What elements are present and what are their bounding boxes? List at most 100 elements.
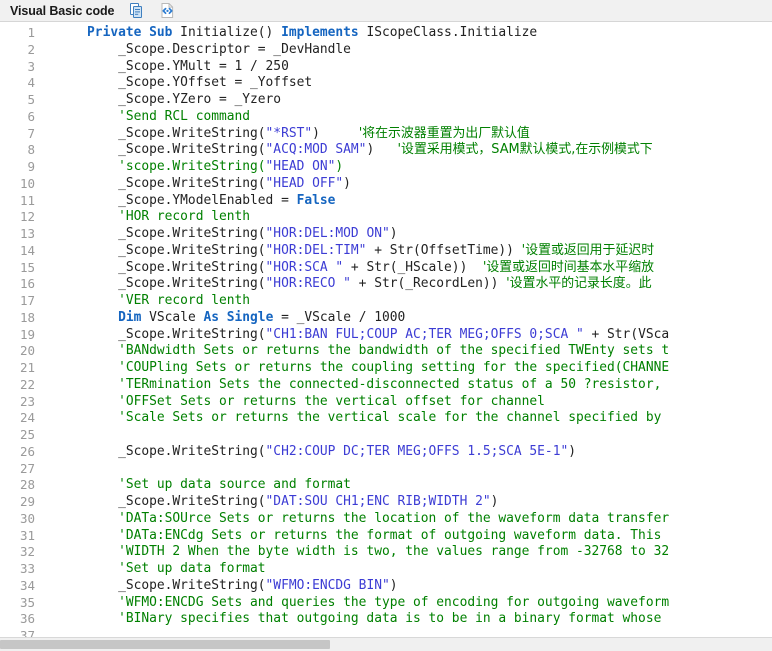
code-line[interactable]: 'DATa:ENCdg Sets or returns the format o… (56, 528, 772, 545)
page-title: Visual Basic code (10, 3, 115, 18)
code-line[interactable] (56, 427, 772, 444)
comment-token: 'BINary specifies that outgoing data is … (56, 611, 662, 627)
code-line[interactable]: 'WIDTH 2 When the byte width is two, the… (56, 544, 772, 561)
line-number: 24 (19, 410, 35, 426)
code-line[interactable]: 'TERmination Sets the connected-disconne… (56, 377, 772, 394)
comment-token: 'HOR record lenth (56, 209, 251, 225)
text-token: ) (568, 443, 576, 459)
line-number: 15 (19, 259, 35, 275)
line-number: 20 (19, 343, 35, 359)
visual-basic-code-viewer: Visual Basic code 1 2 3 4 5 6 7 8 9 10 1… (0, 0, 772, 651)
code-line[interactable]: _Scope.YZero = _Yzero (56, 92, 772, 109)
line-number: 21 (19, 360, 35, 375)
comment-token: 'Scale Sets or returns the vertical scal… (56, 410, 662, 426)
code-line[interactable]: 'scope.WriteString("HEAD ON") (56, 159, 772, 176)
code-line[interactable]: 'VER record lenth (56, 293, 772, 310)
code-file-icon[interactable] (159, 2, 176, 19)
line-number: 26 (19, 443, 35, 459)
code-content[interactable]: Private Sub Initialize() Implements ISco… (44, 22, 772, 637)
comment-token: 'Set up data source and format (56, 477, 351, 493)
copy-icon[interactable] (128, 2, 145, 19)
string-token: "ACQ:MOD SAM" (265, 142, 367, 158)
line-number: 10 (19, 175, 35, 191)
code-line[interactable]: 'Set up data format (56, 561, 772, 578)
string-token: "HEAD ON" (265, 159, 336, 174)
code-line[interactable]: _Scope.Descriptor = _DevHandle (56, 42, 772, 59)
line-number: 29 (19, 494, 35, 509)
line-number: 25 (19, 427, 35, 442)
code-line[interactable]: _Scope.YMult = 1 / 250 (56, 59, 772, 76)
code-editor[interactable]: 1 2 3 4 5 6 7 8 9 10 11 12 13 14 15 16 17 18 19 20 21 22 23 24 2… (0, 22, 772, 651)
code-line[interactable]: 'Set up data source and format (56, 477, 772, 494)
line-number: 9 (27, 159, 35, 174)
text-token: _Scope.YOffset = _Yoffset (56, 75, 313, 91)
comment-token: 'WFMO:ENCDG Sets and queries the type of… (56, 594, 670, 610)
comment-token (320, 126, 359, 141)
code-line[interactable]: _Scope.YModelEnabled = False (56, 193, 772, 210)
string-token: "CH1:BAN FUL;COUP AC;TER MEG;OFFS 0;SCA … (265, 326, 584, 342)
line-number: 32 (19, 544, 35, 560)
keyword-token: Implements (281, 25, 359, 40)
code-line[interactable]: _Scope.WriteString("DAT:SOU CH1;ENC RIB;… (56, 494, 772, 511)
keyword-token: Dim (118, 309, 142, 325)
code-line[interactable]: _Scope.WriteString("HOR:SCA " + Str(_HSc… (56, 260, 772, 277)
line-number: 35 (19, 594, 35, 610)
code-line[interactable]: _Scope.YOffset = _Yoffset (56, 75, 772, 92)
titlebar: Visual Basic code (0, 0, 772, 22)
code-line[interactable]: _Scope.WriteString("HEAD OFF") (56, 176, 772, 193)
code-line[interactable]: 'BINary specifies that outgoing data is … (56, 611, 772, 628)
text-token: + Str(_HScale)) (343, 259, 483, 275)
line-number-gutter: 1 2 3 4 5 6 7 8 9 10 11 12 13 14 15 16 17 18 19 20 21 22 23 24 2… (0, 22, 40, 637)
code-line[interactable]: _Scope.WriteString("WFMO:ENCDG BIN") (56, 578, 772, 595)
code-line[interactable]: _Scope.WriteString("ACQ:MOD SAM") '设置采用模… (56, 142, 772, 159)
code-line[interactable]: _Scope.WriteString("HOR:DEL:MOD ON") (56, 226, 772, 243)
comment-token-cjk: '设置采用模式，SAM默认模式,在示例模式下 (397, 142, 653, 158)
comment-token-cjk: '将在示波器重置为出厂默认值 (358, 125, 530, 141)
code-line[interactable]: Dim VScale As Single = _VScale / 1000 (56, 310, 772, 327)
line-number: 19 (19, 326, 35, 342)
text-token: + Str(_RecordLen)) (350, 276, 507, 292)
text-token: ) (312, 125, 320, 141)
text-token: _Scope.WriteString( (56, 259, 266, 275)
line-number: 13 (19, 226, 35, 241)
code-line[interactable]: _Scope.WriteString("HOR:DEL:TIM" + Str(O… (56, 243, 772, 260)
text-token: _Scope.WriteString( (56, 276, 266, 292)
comment-token: 'Send RCL command (56, 108, 251, 124)
comment-token: 'WIDTH 2 When the byte width is two, the… (56, 544, 670, 560)
code-line[interactable]: 'Send RCL command (56, 109, 772, 126)
comment-token-cjk: '设置或返回时间基本水平缩放 (482, 259, 654, 275)
code-line[interactable]: 'OFFSet Sets or returns the vertical off… (56, 394, 772, 411)
horizontal-scrollbar[interactable] (0, 637, 772, 651)
string-token: "CH2:COUP DC;TER MEG;OFFS 1.5;SCA 5E-1" (265, 443, 569, 459)
code-line[interactable]: 'WFMO:ENCDG Sets and queries the type of… (56, 595, 772, 612)
code-line[interactable]: 'COUPling Sets or returns the coupling s… (56, 360, 772, 377)
line-number: 28 (19, 477, 35, 493)
text-token: _Scope.WriteString( (56, 443, 266, 459)
code-line[interactable]: _Scope.WriteString("*RST") '将在示波器重置为出厂默认… (56, 126, 772, 143)
line-number: 30 (19, 510, 35, 526)
code-line[interactable]: Private Sub Initialize() Implements ISco… (56, 25, 772, 42)
code-line[interactable]: _Scope.WriteString("CH1:BAN FUL;COUP AC;… (56, 327, 772, 344)
code-line[interactable]: _Scope.WriteString("HOR:RECO " + Str(_Re… (56, 276, 772, 293)
code-line[interactable]: 'BANdwidth Sets or returns the bandwidth… (56, 343, 772, 360)
text-token: Initialize() (172, 25, 282, 40)
code-line[interactable] (56, 461, 772, 478)
text-token: _Scope.YModelEnabled = (56, 192, 297, 208)
code-line[interactable]: 'HOR record lenth (56, 209, 772, 226)
code-line[interactable]: 'Scale Sets or returns the vertical scal… (56, 410, 772, 427)
text-token: _Scope.YMult = 1 / 250 (56, 58, 289, 74)
text-token: IScopeClass.Initialize (358, 25, 538, 40)
string-token: "HOR:SCA " (265, 259, 344, 275)
code-line[interactable]: _Scope.WriteString("CH2:COUP DC;TER MEG;… (56, 444, 772, 461)
horizontal-scrollbar-thumb[interactable] (0, 640, 330, 649)
line-number: 1 (27, 25, 35, 40)
string-token: "HOR:DEL:MOD ON" (265, 226, 390, 241)
line-number: 31 (19, 527, 35, 543)
text-token: _Scope.WriteString( (56, 175, 266, 191)
string-token: "HEAD OFF" (265, 175, 344, 191)
code-line[interactable] (56, 628, 772, 637)
text-token: ) (389, 577, 398, 593)
text-token: _Scope.WriteString( (56, 142, 266, 158)
code-scroll-viewport[interactable]: 1 2 3 4 5 6 7 8 9 10 11 12 13 14 15 16 17 18 19 20 21 22 23 24 2… (0, 22, 772, 637)
code-line[interactable]: 'DATa:SOUrce Sets or returns the locatio… (56, 511, 772, 528)
